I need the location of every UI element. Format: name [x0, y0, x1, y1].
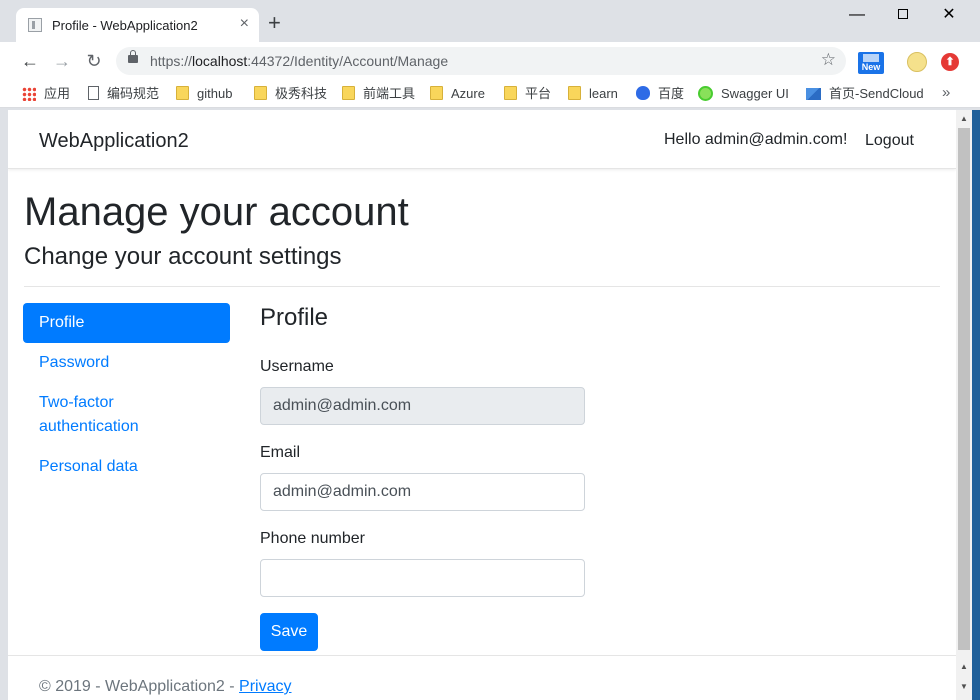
bookmark-jixiu[interactable]: 极秀科技 [254, 86, 327, 102]
folder-icon [568, 86, 581, 100]
scroll-thumb[interactable] [958, 128, 970, 650]
bookmark-coding-standards[interactable]: 编码规范 [88, 86, 159, 102]
divider [24, 286, 940, 287]
page-icon [88, 86, 99, 100]
bookmark-frontend-tools[interactable]: 前端工具 [342, 86, 415, 102]
save-button[interactable]: Save [260, 613, 318, 651]
page-subtitle: Change your account settings [24, 243, 342, 270]
footer-divider [8, 655, 956, 656]
back-button[interactable]: ← [18, 50, 42, 72]
footer: © 2019 - WebApplication2 - Privacy [39, 678, 292, 696]
phone-label: Phone number [260, 530, 365, 547]
forward-button[interactable]: → [50, 50, 74, 72]
swagger-icon [698, 86, 713, 101]
sidebar-item-password[interactable]: Password [23, 351, 230, 375]
footer-text: © 2019 - WebApplication2 - [39, 678, 240, 695]
logout-button[interactable]: Logout [865, 132, 914, 150]
lock-icon[interactable] [128, 50, 138, 63]
scroll-up-arrow-icon[interactable]: ▲ [956, 114, 972, 123]
bookmarks-overflow-button[interactable]: » [942, 84, 950, 101]
close-window-button[interactable]: ✕ [926, 4, 972, 26]
bookmark-apps[interactable]: 应用 [22, 86, 70, 102]
baidu-icon [636, 86, 650, 100]
reload-button[interactable]: ↻ [82, 50, 106, 72]
bookmark-learn[interactable]: learn [568, 86, 618, 102]
email-label: Email [260, 444, 301, 461]
sidebar-item-two-factor[interactable]: Two-factor authentication [23, 391, 183, 439]
username-field[interactable] [260, 387, 585, 425]
scroll-up-arrow-icon[interactable]: ▲ [956, 662, 972, 671]
folder-icon [504, 86, 517, 100]
sidebar-item-profile[interactable]: Profile [23, 303, 230, 343]
address-bar[interactable]: https://localhost:44372/Identity/Account… [116, 47, 846, 75]
minimize-button[interactable]: — [834, 4, 880, 26]
folder-icon [254, 86, 267, 100]
tab-close-icon[interactable]: × [240, 15, 249, 33]
bookmark-baidu[interactable]: 百度 [636, 86, 684, 102]
page-favicon-icon [28, 18, 42, 32]
browser-window: Profile - WebApplication2 × + — ✕ ← → ↻ … [0, 0, 980, 700]
browser-toolbar: ← → ↻ https://localhost:44372/Identity/A… [0, 42, 980, 80]
extension-face-icon[interactable] [907, 52, 927, 72]
username-label: Username [260, 358, 334, 375]
new-tab-button[interactable]: + [268, 12, 281, 34]
site-brand-link[interactable]: WebApplication2 [39, 130, 189, 153]
extension-upload-icon[interactable]: ⬆ [941, 53, 959, 71]
scroll-down-arrow-icon[interactable]: ▼ [956, 682, 972, 691]
maximize-icon [898, 9, 908, 19]
sidebar-item-personal-data[interactable]: Personal data [23, 455, 230, 479]
hello-user-link[interactable]: Hello admin@admin.com! [664, 131, 847, 149]
url-text[interactable]: https://localhost:44372/Identity/Account… [150, 53, 448, 69]
page-title: Manage your account [24, 190, 409, 234]
vertical-scrollbar[interactable]: ▲ ▲ ▼ [956, 110, 972, 700]
bookmark-azure[interactable]: Azure [430, 86, 485, 102]
phone-field[interactable] [260, 559, 585, 597]
bookmark-sendcloud[interactable]: 首页-SendCloud [806, 86, 924, 102]
folder-icon [342, 86, 355, 100]
maximize-button[interactable] [880, 4, 926, 26]
bookmark-swagger[interactable]: Swagger UI [698, 86, 789, 102]
folder-icon [176, 86, 189, 100]
profile-heading: Profile [260, 304, 329, 331]
tab-title: Profile - WebApplication2 [52, 18, 198, 33]
bookmark-platform[interactable]: 平台 [504, 86, 551, 102]
site-navbar: WebApplication2 Hello admin@admin.com! L… [8, 110, 956, 169]
sendcloud-icon [806, 88, 821, 100]
tab-strip: Profile - WebApplication2 × + — ✕ [0, 0, 980, 42]
bookmarks-bar: 应用 编码规范 github 极秀科技 前端工具 Azure 平台 learn … [0, 80, 980, 108]
folder-icon [430, 86, 443, 100]
bookmark-github[interactable]: github [176, 86, 232, 102]
desktop-background [972, 110, 980, 700]
extension-new-icon[interactable]: New [858, 52, 884, 74]
email-field[interactable] [260, 473, 585, 511]
browser-tab[interactable]: Profile - WebApplication2 × [16, 8, 259, 42]
apps-icon [22, 87, 36, 101]
privacy-link[interactable]: Privacy [239, 678, 291, 695]
page-viewport: WebApplication2 Hello admin@admin.com! L… [8, 110, 956, 700]
bookmark-star-icon[interactable]: ☆ [821, 50, 836, 70]
